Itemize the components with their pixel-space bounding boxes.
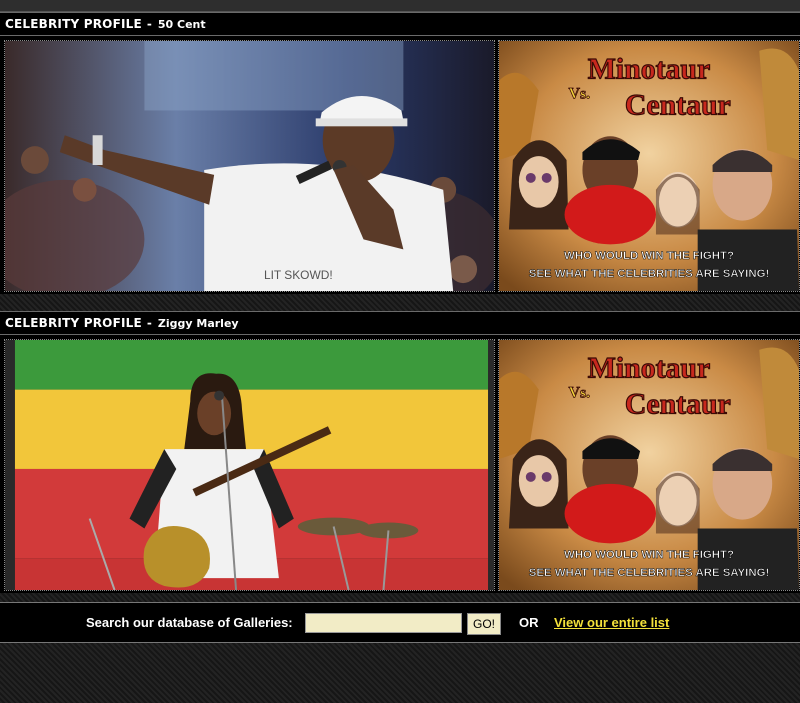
celebrity-profile-section: CELEBRITY PROFILE - Ziggy Marley Minotau… (0, 311, 800, 593)
top-band (0, 0, 800, 12)
or-text: OR (519, 615, 539, 630)
promo-caption-line2: SEE WHAT THE CELEBRITIES ARE SAYING! (529, 268, 770, 280)
celebrity-photo[interactable]: LIT SKOWD! (4, 40, 495, 292)
celebrity-profile-section: CELEBRITY PROFILE - 50 Cent LIT SKOWD! M… (0, 12, 800, 294)
go-button[interactable]: GO! (467, 613, 501, 635)
profile-header: CELEBRITY PROFILE - 50 Cent (0, 12, 800, 36)
promo-caption-line1: WHO WOULD WIN THE FIGHT? (564, 549, 734, 561)
profile-separator: - (146, 316, 152, 330)
promo-title-line2: Centaur (625, 387, 731, 420)
search-label: Search our database of Galleries: (86, 615, 293, 630)
promo-vs: Vs. (569, 385, 591, 402)
profile-separator: - (146, 17, 152, 31)
promo-vs: Vs. (569, 86, 591, 103)
search-input[interactable] (305, 613, 462, 633)
promo-title-line1: Minotaur (588, 352, 710, 385)
profile-row: Minotaur Vs. Centaur WHO WOULD WIN THE F… (0, 335, 800, 593)
promo-title-line2: Centaur (625, 88, 731, 121)
promo-caption-line2: SEE WHAT THE CELEBRITIES ARE SAYING! (529, 567, 770, 579)
promo-banner[interactable]: Minotaur Vs. Centaur WHO WOULD WIN THE F… (498, 40, 800, 292)
profile-label: CELEBRITY PROFILE (5, 17, 142, 31)
promo-banner[interactable]: Minotaur Vs. Centaur WHO WOULD WIN THE F… (498, 339, 800, 591)
gallery-search-bar: Search our database of Galleries: GO! OR… (0, 602, 800, 643)
promo-title-line1: Minotaur (588, 53, 710, 86)
celebrity-name: 50 Cent (157, 17, 206, 31)
celebrity-name: Ziggy Marley (157, 316, 239, 330)
profile-row: LIT SKOWD! Minotaur Vs. Centaur WHO WOUL… (0, 36, 800, 294)
promo-caption-line1: WHO WOULD WIN THE FIGHT? (564, 250, 734, 262)
profile-header: CELEBRITY PROFILE - Ziggy Marley (0, 311, 800, 335)
profile-label: CELEBRITY PROFILE (5, 316, 142, 330)
svg-text:LIT SKOWD!: LIT SKOWD! (264, 268, 333, 282)
celebrity-photo[interactable] (4, 339, 495, 591)
view-entire-list-link[interactable]: View our entire list (554, 615, 669, 630)
